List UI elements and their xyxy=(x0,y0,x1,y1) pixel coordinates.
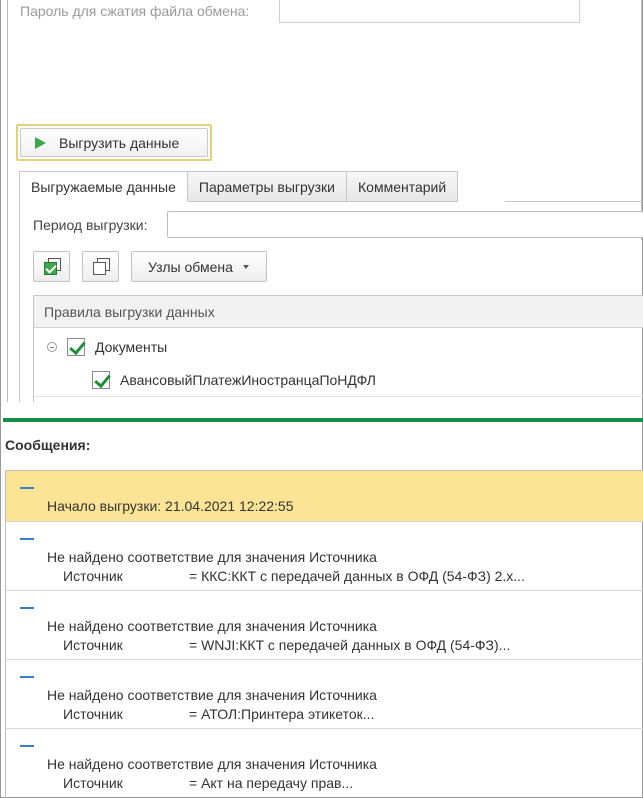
tab-comment[interactable]: Комментарий xyxy=(347,171,459,202)
tree-row-documents[interactable]: Документы xyxy=(47,335,167,359)
source-label: Источник xyxy=(63,775,123,791)
message-source: Источник = WNJI:ККТ с передачей данных в … xyxy=(63,637,510,653)
message-text: Начало выгрузки: 21.04.2021 12:22:55 xyxy=(47,498,294,514)
message-source: Источник = ККС:ККТ с передачей данных в О… xyxy=(63,568,525,584)
source-label: Источник xyxy=(63,637,123,653)
collapse-icon[interactable] xyxy=(47,342,57,352)
export-rules-table: Правила выгрузки данных Документы Авансо… xyxy=(33,295,643,402)
messages-title: Сообщения: xyxy=(5,437,91,453)
row-divider xyxy=(34,396,643,397)
chevron-down-icon xyxy=(242,264,249,269)
message-item[interactable]: Начало выгрузки: 21.04.2021 12:22:55 xyxy=(6,471,643,522)
uncheck-all-icon xyxy=(93,262,106,275)
password-input[interactable] xyxy=(279,0,580,23)
message-text: Не найдено соответствие для значения Ист… xyxy=(47,618,377,634)
dash-icon xyxy=(20,538,34,540)
tree-row-advance-payment[interactable]: АвансовыйПлатежИностранцаПоНДФЛ xyxy=(92,368,376,392)
exchange-nodes-label: Узлы обмена xyxy=(148,258,233,275)
check-all-button[interactable] xyxy=(33,251,70,282)
message-text: Не найдено соответствие для значения Ист… xyxy=(47,549,377,565)
form-left-border xyxy=(7,0,8,402)
advance-payment-checkbox[interactable] xyxy=(92,371,110,389)
password-label: Пароль для сжатия файла обмена: xyxy=(20,3,250,19)
source-value: = WNJI:ККТ с передачей данных в ОФД (54-… xyxy=(189,637,511,653)
source-label: Источник xyxy=(63,706,123,722)
documents-checkbox[interactable] xyxy=(67,338,85,356)
form-right-border xyxy=(641,0,642,240)
messages-list: Начало выгрузки: 21.04.2021 12:22:55 Не … xyxy=(5,470,643,798)
check-all-icon xyxy=(44,262,57,275)
dash-icon xyxy=(20,487,34,489)
message-text: Не найдено соответствие для значения Ист… xyxy=(47,756,377,772)
source-label: Источник xyxy=(63,568,123,584)
uncheck-all-button[interactable] xyxy=(82,251,119,282)
period-input[interactable] xyxy=(167,211,643,238)
message-item[interactable]: Не найдено соответствие для значения Ист… xyxy=(6,660,643,729)
play-icon xyxy=(35,136,46,149)
message-item[interactable]: Не найдено соответствие для значения Ист… xyxy=(6,522,643,591)
tab-exported-data[interactable]: Выгружаемые данные xyxy=(19,171,188,202)
source-value: = ККС:ККТ с передачей данных в ОФД (54-Ф… xyxy=(189,568,525,584)
tab-bar: Выгружаемые данные Параметры выгрузки Ко… xyxy=(19,171,459,202)
export-data-button[interactable]: Выгрузить данные xyxy=(16,124,212,161)
period-label: Период выгрузки: xyxy=(33,217,148,233)
tab-export-parameters[interactable]: Параметры выгрузки xyxy=(187,171,347,202)
tab-panel-border xyxy=(19,201,20,402)
tree-row-label: Документы xyxy=(95,339,168,355)
tree-row-label: АвансовыйПлатежИностранцаПоНДФЛ xyxy=(120,372,376,388)
tab-baseline xyxy=(505,201,643,202)
source-value: = АТОЛ:Принтера этикеток... xyxy=(189,706,375,722)
panel-splitter[interactable] xyxy=(3,418,643,422)
dash-icon xyxy=(20,607,34,609)
dash-icon xyxy=(20,745,34,747)
message-item[interactable]: Не найдено соответствие для значения Ист… xyxy=(6,729,643,798)
message-source: Источник = АТОЛ:Принтера этикеток... xyxy=(63,706,374,722)
rules-column-header: Правила выгрузки данных xyxy=(34,296,643,328)
dash-icon xyxy=(20,676,34,678)
export-form: Пароль для сжатия файла обмена: Выгрузит… xyxy=(0,0,643,402)
message-text: Не найдено соответствие для значения Ист… xyxy=(47,687,377,703)
source-value: = Акт на передачу прав... xyxy=(189,775,354,791)
message-source: Источник = Акт на передачу прав... xyxy=(63,775,353,791)
export-data-label: Выгрузить данные xyxy=(59,134,180,151)
export-data-button-face[interactable]: Выгрузить данные xyxy=(20,128,208,157)
message-item[interactable]: Не найдено соответствие для значения Ист… xyxy=(6,591,643,660)
exchange-nodes-button[interactable]: Узлы обмена xyxy=(131,251,267,282)
